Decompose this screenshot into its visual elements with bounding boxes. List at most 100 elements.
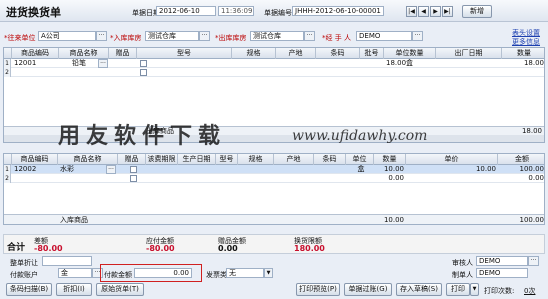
in-col-qty: 数量: [374, 154, 406, 165]
last-record-button[interactable]: ▶|: [442, 6, 453, 17]
cell-name[interactable]: 水彩: [58, 165, 94, 174]
in-col-unit: 单位: [346, 154, 374, 165]
summary-bar: 合计 差额 -80.00 应付金额 -80.00 赠品金额 0.00 换货限额 …: [3, 234, 545, 254]
cell-price[interactable]: 10.00: [406, 165, 496, 174]
chevron-down-icon[interactable]: ▼: [264, 268, 273, 278]
add-button[interactable]: 新增: [462, 5, 492, 18]
maker-label: 制单人: [452, 271, 473, 279]
vendor-input[interactable]: A公司: [38, 31, 96, 41]
cell-qty[interactable]: 18.00: [502, 59, 544, 68]
in-col-barcode: 条码: [314, 154, 346, 165]
gift-checkbox[interactable]: [130, 175, 137, 182]
out-col-name: 商品名称: [59, 48, 109, 59]
gift-checkbox[interactable]: [140, 60, 147, 67]
gift-amount-value: 0.00: [218, 244, 238, 253]
print-count-value[interactable]: 0次: [524, 286, 535, 296]
row-lookup-button[interactable]: ···: [106, 165, 116, 174]
cell-unit-qty[interactable]: 18.00盒: [384, 59, 436, 68]
page-title: 进货换货单: [6, 6, 61, 19]
cell-amount[interactable]: 100.00: [498, 165, 545, 174]
in-col-code: 商品编码: [12, 154, 58, 165]
source-order-button[interactable]: 原始货单(T): [96, 283, 144, 296]
vendor-label: *往来单位: [4, 34, 36, 42]
in-total-qty: 10.00: [383, 216, 404, 224]
out-col-qty: 数量: [517, 49, 531, 57]
in-warehouse-lookup-button[interactable]: ···: [199, 31, 210, 41]
out-col-unit-qty: 单位数量: [384, 48, 436, 59]
next-record-button[interactable]: ▶: [430, 6, 441, 17]
save-draft-button[interactable]: 存入草稿(S): [396, 283, 442, 296]
cell-qty[interactable]: 0.00: [374, 174, 404, 183]
pay-account-input[interactable]: 金: [58, 268, 92, 278]
in-col-price: 单价: [406, 154, 498, 165]
cell-code[interactable]: 12002: [12, 165, 56, 174]
pay-account-label: 付款账户: [10, 271, 38, 279]
row-number: 2: [4, 68, 11, 77]
print-count-label: 打印次数:: [484, 287, 515, 295]
payable-value: -80.00: [146, 244, 175, 253]
handler-input[interactable]: DEMO: [356, 31, 412, 41]
discount-button[interactable]: 折扣(I): [56, 283, 92, 296]
more-info-link[interactable]: 更多信息: [512, 37, 540, 47]
first-record-button[interactable]: |◀: [406, 6, 417, 17]
prev-record-button[interactable]: ◀: [418, 6, 429, 17]
in-col-origin: 产地: [274, 154, 314, 165]
cell-qty[interactable]: 10.00: [374, 165, 404, 174]
invoice-type-select[interactable]: 无: [226, 268, 264, 278]
table-row[interactable]: 1 12001 铅笔 ··· 18.00盒 18.00: [4, 59, 544, 68]
in-goods-grid[interactable]: 商品编码 商品名称 赠品 该费期限 生产日期 型号 规格 产地 条码 单位 数量…: [3, 153, 545, 225]
in-col-amount: 金额: [515, 155, 529, 163]
out-col-barcode: 条码: [316, 48, 360, 59]
in-col-prod-date: 生产日期: [178, 154, 216, 165]
in-col-model: 型号: [216, 154, 238, 165]
in-section-label: 入库商品: [60, 216, 88, 224]
discount-label: 整单折让: [10, 259, 38, 267]
doc-no-input[interactable]: JHHH-2012-06-10-00001: [292, 6, 384, 16]
table-row[interactable]: 2: [4, 68, 544, 77]
auditor-label: 审核人: [452, 259, 473, 267]
cell-unit[interactable]: 盒: [346, 165, 374, 174]
table-row[interactable]: 1 12002 水彩 ··· 盒 10.00 10.00 100.00: [4, 165, 544, 174]
out-col-batch: 批号: [360, 48, 384, 59]
barcode-scan-button[interactable]: 条码扫描(B): [6, 283, 52, 296]
row-lookup-button[interactable]: ···: [98, 59, 108, 68]
in-warehouse-label: *入库库房: [110, 34, 142, 42]
in-grid-header: 商品编码 商品名称 赠品 该费期限 生产日期 型号 规格 产地 条码 单位 数量…: [4, 154, 544, 165]
cell-amount[interactable]: 0.00: [498, 174, 544, 183]
gift-checkbox[interactable]: [140, 69, 147, 76]
pay-amount-label: 付款金额: [104, 271, 132, 279]
in-warehouse-input[interactable]: 测试仓库: [145, 31, 199, 41]
pay-amount-input[interactable]: 0.00: [134, 268, 192, 278]
table-row[interactable]: 2 0.00 0.00: [4, 174, 544, 183]
out-warehouse-input[interactable]: 测试仓库: [250, 31, 304, 41]
summary-label: 合计: [7, 243, 26, 253]
maker-input: DEMO: [476, 268, 528, 278]
gift-checkbox[interactable]: [130, 166, 137, 173]
handler-lookup-button[interactable]: ···: [412, 31, 423, 41]
date-input[interactable]: 2012-06-10: [156, 6, 216, 16]
auditor-lookup-button[interactable]: ···: [528, 256, 539, 266]
row-number: 1: [4, 59, 11, 68]
row-number: 2: [4, 174, 11, 183]
out-warehouse-lookup-button[interactable]: ···: [304, 31, 315, 41]
in-col-rownum: [4, 154, 12, 165]
out-col-origin: 产地: [276, 48, 316, 59]
print-dropdown-button[interactable]: ▼: [470, 283, 479, 296]
in-col-name: 商品名称: [58, 154, 118, 165]
out-col-gift: 赠品: [109, 48, 137, 59]
out-grid-header: 商品编码 商品名称 赠品 型号 规格 产地 条码 批号 单位数量 出厂日期 数量: [4, 48, 544, 59]
time-input[interactable]: 11:36:09: [218, 6, 254, 16]
exchange-limit-value: 180.00: [294, 244, 325, 253]
in-col-expiry: 该费期限: [146, 154, 178, 165]
in-col-gift: 赠品: [118, 154, 146, 165]
out-col-rownum: [4, 48, 12, 59]
post-document-button[interactable]: 单据过账(G): [344, 283, 392, 296]
handler-label: *经 手 人: [322, 34, 351, 42]
out-col-code: 商品编码: [12, 48, 59, 59]
vendor-lookup-button[interactable]: ···: [96, 31, 107, 41]
print-preview-button[interactable]: 打印预览(P): [296, 283, 340, 296]
discount-input[interactable]: [42, 256, 92, 266]
watermark-url: www.ufidawhy.com: [292, 128, 428, 144]
print-button[interactable]: 打印: [446, 283, 470, 296]
cell-code[interactable]: 12001: [12, 59, 56, 68]
